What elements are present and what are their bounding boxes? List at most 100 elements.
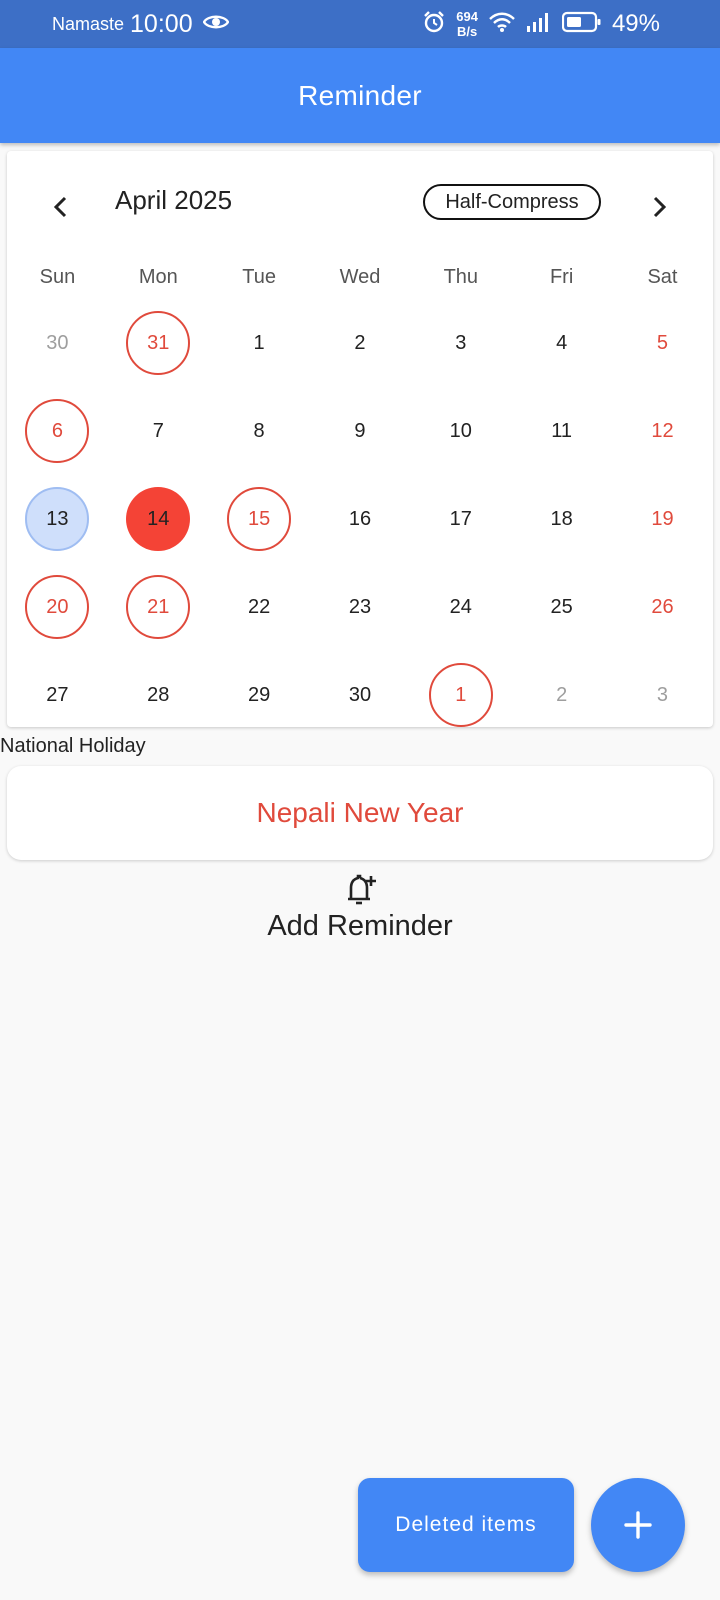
calendar-day[interactable]: 15	[209, 475, 310, 563]
deleted-items-button[interactable]: Deleted items	[358, 1478, 574, 1572]
calendar-day[interactable]: 25	[511, 563, 612, 651]
day-number: 8	[253, 419, 265, 442]
calendar-day[interactable]: 18	[511, 475, 612, 563]
battery-icon	[561, 11, 602, 38]
calendar-day[interactable]: 23	[310, 563, 411, 651]
calendar-day[interactable]: 6	[7, 387, 108, 475]
day-number: 31	[126, 311, 191, 375]
add-reminder-button[interactable]: Add Reminder	[200, 870, 520, 942]
day-number: 30	[46, 331, 69, 354]
battery-percent: 49%	[611, 10, 660, 37]
calendar-day[interactable]: 5	[612, 299, 713, 387]
bell-plus-icon	[343, 872, 379, 913]
calendar-day[interactable]: 1	[410, 651, 511, 739]
calendar-day[interactable]: 2	[511, 651, 612, 739]
calendar-day[interactable]: 10	[410, 387, 511, 475]
app-bar: Reminder	[0, 48, 720, 143]
day-number: 14	[126, 487, 191, 551]
day-number: 15	[227, 487, 292, 551]
calendar-day[interactable]: 7	[108, 387, 209, 475]
calendar-day[interactable]: 29	[209, 651, 310, 739]
next-month-button[interactable]	[639, 187, 679, 227]
calendar-day[interactable]: 2	[310, 299, 411, 387]
day-number: 28	[147, 683, 170, 706]
status-clock: 10:00	[130, 9, 193, 38]
calendar-day[interactable]: 17	[410, 475, 511, 563]
day-number: 6	[25, 399, 90, 463]
chevron-right-icon	[653, 196, 667, 218]
day-number: 7	[152, 419, 164, 442]
weekday-label: Wed	[339, 266, 381, 288]
calendar-week-row: 6 7 8 9 10 11 12	[7, 387, 713, 475]
calendar-day[interactable]: 22	[209, 563, 310, 651]
weekday-label: Tue	[242, 266, 276, 288]
calendar-format-button[interactable]: Half-Compress	[423, 184, 601, 220]
calendar-day[interactable]: 31	[108, 299, 209, 387]
day-number: 1	[428, 663, 493, 727]
calendar-day[interactable]: 3	[410, 299, 511, 387]
day-number: 18	[550, 507, 573, 530]
calendar-day[interactable]: 19	[612, 475, 713, 563]
calendar-day[interactable]: 27	[7, 651, 108, 739]
weekday-label: Thu	[443, 266, 479, 288]
calendar-day[interactable]: 14	[108, 475, 209, 563]
calendar-week-row: 27 28 29 30 1 2 3	[7, 651, 713, 739]
calendar-grid: 30 31 1 2 3 4 5 6 7 8 9 10 11 12 13 14 15 16 17 18 19 20 21 22 2…	[7, 299, 713, 739]
calendar-day[interactable]: 21	[108, 563, 209, 651]
calendar-day[interactable]: 30	[7, 299, 108, 387]
day-number: 29	[247, 683, 271, 706]
calendar-week-row: 13 14 15 16 17 18 19	[7, 475, 713, 563]
day-number: 5	[656, 331, 669, 354]
calendar-day[interactable]: 3	[612, 651, 713, 739]
status-bar: Namaste 10:00 694 B/s 49%	[0, 0, 720, 48]
calendar-card: April 2025 Half-Compress Sun Mon Tue Wed…	[7, 151, 713, 727]
day-number: 19	[651, 507, 674, 530]
add-reminder-label: Add Reminder	[267, 910, 453, 942]
eye-icon	[202, 13, 229, 36]
weekday-label: Mon	[138, 266, 178, 288]
day-number: 9	[354, 419, 366, 442]
day-number: 25	[550, 595, 573, 618]
day-number: 20	[25, 575, 90, 639]
status-left: Namaste 10:00	[52, 0, 229, 48]
calendar-day[interactable]: 24	[410, 563, 511, 651]
month-title: April 2025	[115, 185, 233, 215]
calendar-day[interactable]: 1	[209, 299, 310, 387]
calendar-day[interactable]: 16	[310, 475, 411, 563]
calendar-day[interactable]: 11	[511, 387, 612, 475]
day-number: 10	[449, 419, 472, 442]
holiday-card[interactable]: Nepali New Year	[7, 766, 713, 860]
day-number: 16	[348, 507, 372, 530]
carrier-name: Namaste	[52, 13, 125, 34]
net-speed: 694 B/s	[456, 9, 478, 39]
calendar-day[interactable]: 4	[511, 299, 612, 387]
day-number: 17	[449, 507, 472, 530]
day-number: 13	[25, 487, 90, 551]
day-number: 1	[253, 331, 265, 354]
calendar-week-row: 30 31 1 2 3 4 5	[7, 299, 713, 387]
day-number: 12	[651, 419, 674, 442]
calendar-day[interactable]: 13	[7, 475, 108, 563]
status-right: 694 B/s 49%	[422, 0, 660, 48]
weekday-label: Sun	[39, 266, 76, 288]
calendar-day[interactable]: 12	[612, 387, 713, 475]
calendar-day[interactable]: 8	[209, 387, 310, 475]
alarm-icon	[422, 10, 446, 39]
day-number: 23	[348, 595, 372, 618]
day-number: 22	[247, 595, 271, 618]
day-number: 3	[656, 683, 669, 706]
chevron-left-icon	[53, 196, 67, 218]
calendar-day[interactable]: 9	[310, 387, 411, 475]
add-fab-button[interactable]	[591, 1478, 685, 1572]
calendar-day[interactable]: 30	[310, 651, 411, 739]
previous-month-button[interactable]	[41, 187, 81, 227]
day-number: 3	[455, 331, 467, 354]
plus-icon	[624, 1511, 652, 1539]
weekday-label: Fri	[549, 266, 574, 288]
calendar-day[interactable]: 26	[612, 563, 713, 651]
calendar-day[interactable]: 28	[108, 651, 209, 739]
calendar-day[interactable]: 20	[7, 563, 108, 651]
page-title: Reminder	[298, 79, 422, 111]
day-number: 21	[126, 575, 191, 639]
day-number: 30	[348, 683, 372, 706]
